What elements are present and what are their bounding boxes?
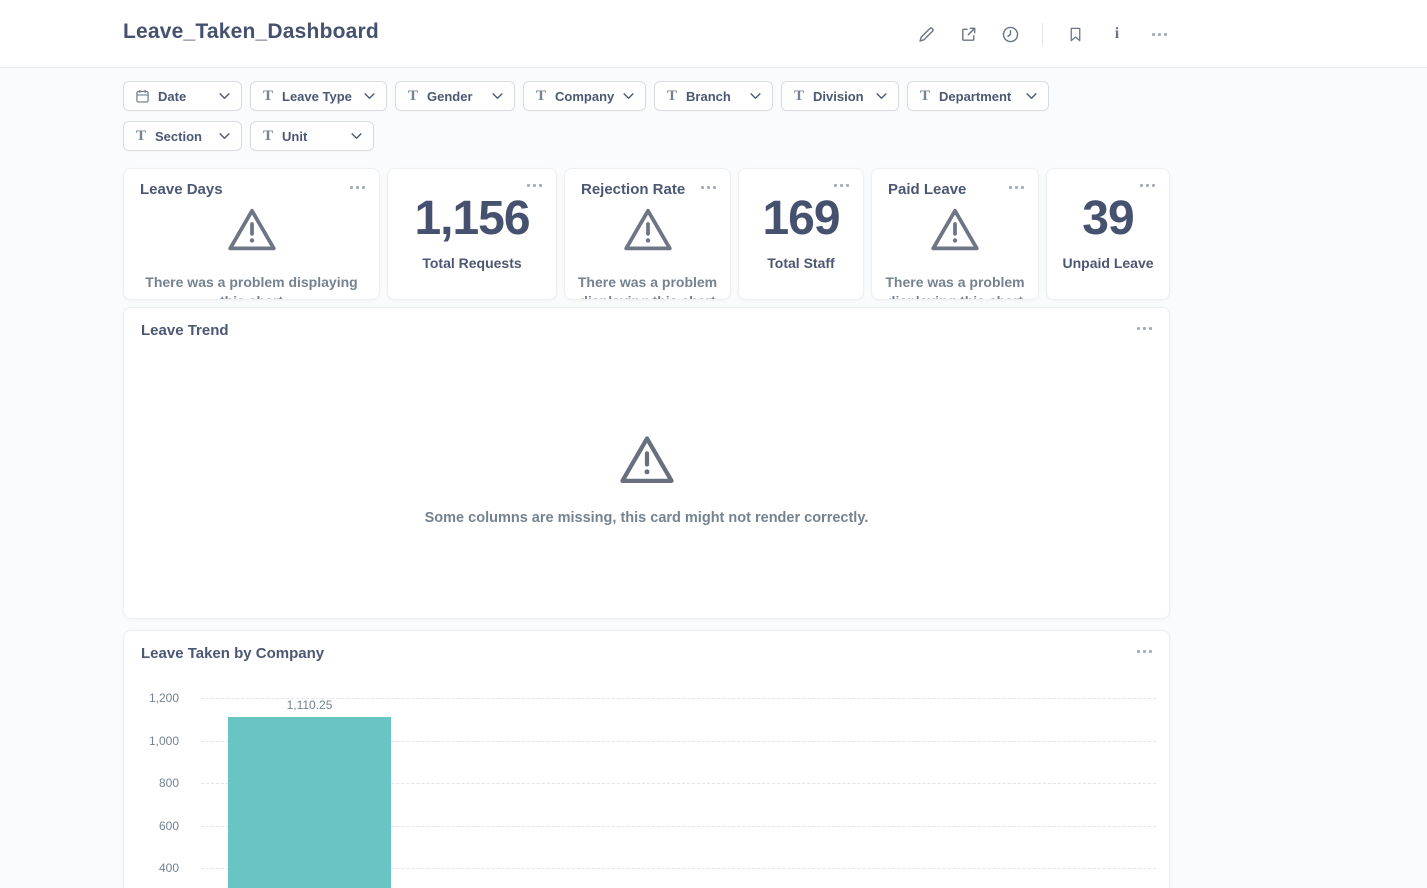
chevron-down-icon <box>623 93 634 100</box>
card-title: Paid Leave <box>888 181 966 198</box>
y-axis-tick-label: 600 <box>124 819 179 833</box>
card-title: Leave Taken by Company <box>141 645 324 662</box>
text-filter-icon: T <box>263 129 273 144</box>
card-total-staff[interactable]: 169 Total Staff <box>738 168 864 300</box>
filter-label: Gender <box>427 89 483 104</box>
dashboard-page: Leave_Taken_Dashboard i <box>0 0 1427 888</box>
card-leave-days[interactable]: Leave Days There was a problem displayin… <box>123 168 380 300</box>
card-title: Leave Days <box>140 181 223 198</box>
filter-label: Section <box>155 129 210 144</box>
y-axis-tick-label: 1,200 <box>124 691 179 705</box>
filter-division[interactable]: T Division <box>781 81 899 111</box>
card-leave-taken-by-company[interactable]: Leave Taken by Company 1,200 1,000 800 600 4… <box>123 630 1170 888</box>
y-axis-tick-label: 400 <box>124 861 179 875</box>
share-icon[interactable] <box>958 24 978 44</box>
kpi-label: Unpaid Leave <box>1047 255 1169 271</box>
text-filter-icon: T <box>408 89 418 104</box>
chevron-down-icon <box>219 93 230 100</box>
filter-leave-type[interactable]: T Leave Type <box>250 81 387 111</box>
card-menu-icon[interactable] <box>1135 645 1154 658</box>
info-icon[interactable]: i <box>1107 24 1127 44</box>
card-title: Leave Trend <box>141 322 229 339</box>
card-error-text: There was a problem displaying this char… <box>575 273 720 300</box>
filter-label: Department <box>939 89 1017 104</box>
filter-bar: Date T Leave Type T Gender T Company T B… <box>123 81 1049 161</box>
kpi-label: Total Requests <box>388 255 556 271</box>
card-paid-leave[interactable]: Paid Leave There was a problem displayin… <box>871 168 1039 300</box>
edit-pencil-icon[interactable] <box>916 24 936 44</box>
card-error-text: There was a problem displaying this char… <box>134 273 369 300</box>
card-leave-trend[interactable]: Leave Trend Some columns are missing, th… <box>123 307 1170 619</box>
y-axis-tick-label: 1,000 <box>124 734 179 748</box>
filter-branch[interactable]: T Branch <box>654 81 773 111</box>
warning-icon <box>565 207 730 251</box>
text-filter-icon: T <box>136 129 146 144</box>
page-title: Leave_Taken_Dashboard <box>123 20 379 44</box>
card-menu-icon[interactable] <box>525 179 544 192</box>
header-divider <box>1042 23 1043 45</box>
filter-gender[interactable]: T Gender <box>395 81 515 111</box>
chevron-down-icon <box>219 133 230 140</box>
card-unpaid-leave[interactable]: 39 Unpaid Leave <box>1046 168 1170 300</box>
card-error-text: There was a problem displaying this char… <box>882 273 1028 300</box>
card-total-requests[interactable]: 1,156 Total Requests <box>387 168 557 300</box>
text-filter-icon: T <box>794 89 804 104</box>
filter-label: Branch <box>686 89 741 104</box>
text-filter-icon: T <box>263 89 273 104</box>
warning-icon <box>124 434 1169 484</box>
filter-company[interactable]: T Company <box>523 81 646 111</box>
card-menu-icon[interactable] <box>699 181 718 194</box>
kpi-value: 169 <box>739 195 863 243</box>
more-options-icon[interactable] <box>1149 24 1169 44</box>
filter-row-2: T Section T Unit <box>123 121 1049 151</box>
filter-label: Date <box>158 89 210 104</box>
filter-label: Leave Type <box>282 89 355 104</box>
warning-icon <box>872 207 1038 251</box>
text-filter-icon: T <box>920 89 930 104</box>
card-menu-icon[interactable] <box>832 179 851 192</box>
top-bar: Leave_Taken_Dashboard i <box>0 0 1427 68</box>
card-warning-message: Some columns are missing, this card migh… <box>124 510 1169 526</box>
y-axis-tick-label: 800 <box>124 776 179 790</box>
bar-value-label: 1,110.25 <box>228 698 391 712</box>
filter-section[interactable]: T Section <box>123 121 242 151</box>
filter-department[interactable]: T Department <box>907 81 1049 111</box>
filter-label: Unit <box>282 129 342 144</box>
filter-row-1: Date T Leave Type T Gender T Company T B… <box>123 81 1049 111</box>
card-menu-icon[interactable] <box>1135 322 1154 335</box>
kpi-value: 39 <box>1047 195 1169 243</box>
calendar-icon <box>136 89 149 103</box>
filter-date[interactable]: Date <box>123 81 242 111</box>
card-menu-icon[interactable] <box>348 181 367 194</box>
clock-icon[interactable] <box>1000 24 1020 44</box>
kpi-label: Total Staff <box>739 255 863 271</box>
filter-label: Company <box>555 89 614 104</box>
card-menu-icon[interactable] <box>1007 181 1026 194</box>
chevron-down-icon <box>351 133 362 140</box>
header-actions: i <box>916 0 1169 68</box>
card-menu-icon[interactable] <box>1138 179 1157 192</box>
chevron-down-icon <box>492 93 503 100</box>
kpi-value: 1,156 <box>388 195 556 243</box>
filter-label: Division <box>813 89 867 104</box>
chevron-down-icon <box>876 93 887 100</box>
chevron-down-icon <box>750 93 761 100</box>
card-title: Rejection Rate <box>581 181 685 198</box>
bookmark-icon[interactable] <box>1065 24 1085 44</box>
chevron-down-icon <box>364 93 375 100</box>
chevron-down-icon <box>1026 93 1037 100</box>
filter-unit[interactable]: T Unit <box>250 121 374 151</box>
bar-company-1[interactable] <box>228 717 391 888</box>
text-filter-icon: T <box>667 89 677 104</box>
warning-icon <box>124 207 379 251</box>
text-filter-icon: T <box>536 89 546 104</box>
card-rejection-rate[interactable]: Rejection Rate There was a problem displ… <box>564 168 731 300</box>
